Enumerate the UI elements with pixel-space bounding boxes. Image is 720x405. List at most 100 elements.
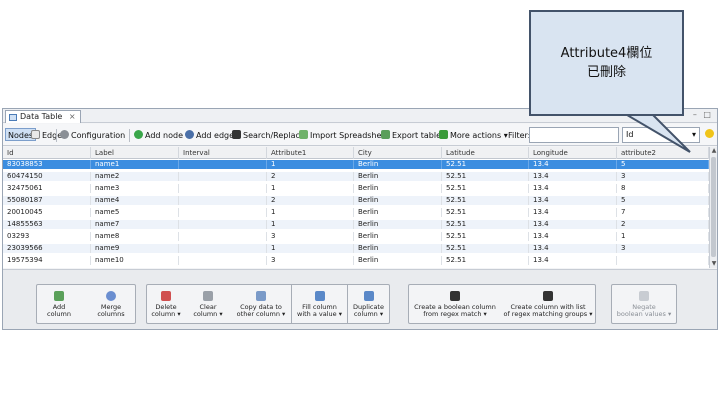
table-cell[interactable]: 13.4 (529, 244, 617, 253)
table-row[interactable]: 55080187 name4 2 Berlin 52.51 13.4 5 (3, 196, 709, 205)
window-controls[interactable]: – □ (693, 110, 713, 119)
table-cell[interactable]: name2 (91, 172, 179, 181)
table-cell[interactable]: 55080187 (3, 196, 91, 205)
table-cell[interactable]: name7 (91, 220, 179, 229)
fill-column-button[interactable]: Fill column with a value ▾ (291, 285, 347, 323)
table-cell[interactable] (179, 172, 267, 181)
table-cell[interactable] (179, 184, 267, 193)
scroll-thumb[interactable] (711, 157, 716, 257)
column-header[interactable]: Id (3, 147, 91, 159)
table-cell[interactable]: name10 (91, 256, 179, 265)
table-cell[interactable] (617, 256, 709, 265)
table-cell[interactable]: name8 (91, 232, 179, 241)
table-cell[interactable]: 52.51 (442, 256, 529, 265)
table-cell[interactable]: 52.51 (442, 244, 529, 253)
vertical-scrollbar[interactable]: ▲ ▼ (709, 147, 717, 268)
table-cell[interactable] (179, 196, 267, 205)
table-cell[interactable]: 52.51 (442, 220, 529, 229)
merge-columns-button[interactable]: Merge columns (87, 285, 135, 323)
table-cell[interactable]: Berlin (354, 196, 442, 205)
import-spreadsheet-button[interactable]: Import Spreadsheet (299, 129, 389, 142)
table-row[interactable]: 20010045 name5 1 Berlin 52.51 13.4 7 (3, 208, 709, 217)
create-boolean-column-button[interactable]: Create a boolean column from regex match… (409, 285, 501, 323)
table-row[interactable]: 60474150 name2 2 Berlin 52.51 13.4 3 (3, 172, 709, 181)
table-cell[interactable]: 19575394 (3, 256, 91, 265)
table-cell[interactable]: Berlin (354, 184, 442, 193)
table-cell[interactable]: Berlin (354, 244, 442, 253)
table-cell[interactable]: 3 (267, 256, 354, 265)
table-cell[interactable]: 3 (617, 244, 709, 253)
table-cell[interactable]: 1 (267, 160, 354, 169)
table-cell[interactable]: name1 (91, 160, 179, 169)
table-cell[interactable]: 52.51 (442, 208, 529, 217)
table-cell[interactable]: 3 (617, 172, 709, 181)
filter-input[interactable] (529, 127, 619, 143)
column-header[interactable]: attribute2 (617, 147, 709, 159)
scroll-up-icon[interactable]: ▲ (710, 147, 718, 155)
table-cell[interactable]: 2 (267, 172, 354, 181)
table-cell[interactable]: 5 (617, 160, 709, 169)
table-cell[interactable]: 20010045 (3, 208, 91, 217)
table-cell[interactable]: 8 (617, 184, 709, 193)
table-cell[interactable]: 13.4 (529, 172, 617, 181)
table-cell[interactable]: 52.51 (442, 172, 529, 181)
table-cell[interactable]: 13.4 (529, 196, 617, 205)
duplicate-column-button[interactable]: Duplicate column ▾ (347, 285, 389, 323)
table-cell[interactable]: 2 (267, 196, 354, 205)
table-cell[interactable]: 5 (617, 196, 709, 205)
add-node-button[interactable]: Add node (134, 129, 183, 142)
table-cell[interactable]: Berlin (354, 220, 442, 229)
table-cell[interactable]: 3 (267, 232, 354, 241)
table-cell[interactable] (179, 220, 267, 229)
table-cell[interactable] (179, 256, 267, 265)
table-cell[interactable]: 1 (267, 208, 354, 217)
table-cell[interactable] (179, 160, 267, 169)
table-row[interactable]: 19575394 name10 3 Berlin 52.51 13.4 (3, 256, 709, 265)
table-cell[interactable]: Berlin (354, 172, 442, 181)
column-header[interactable]: City (354, 147, 442, 159)
table-cell[interactable]: 52.51 (442, 232, 529, 241)
table-row[interactable]: 14855563 name7 1 Berlin 52.51 13.4 2 (3, 220, 709, 229)
table-row[interactable]: 03293 name8 3 Berlin 52.51 13.4 1 (3, 232, 709, 241)
table-cell[interactable]: name5 (91, 208, 179, 217)
scroll-down-icon[interactable]: ▼ (710, 260, 718, 268)
table-cell[interactable]: 14855563 (3, 220, 91, 229)
table-cell[interactable]: 13.4 (529, 184, 617, 193)
table-cell[interactable]: 52.51 (442, 196, 529, 205)
add-column-button[interactable]: Add column (37, 285, 81, 323)
table-cell[interactable]: 23039566 (3, 244, 91, 253)
table-cell[interactable]: 83038853 (3, 160, 91, 169)
table-cell[interactable]: name9 (91, 244, 179, 253)
copy-data-button[interactable]: Copy data to other column ▾ (231, 285, 291, 323)
table-cell[interactable]: 13.4 (529, 220, 617, 229)
configuration-button[interactable]: Configuration (60, 129, 125, 142)
column-header[interactable]: Label (91, 147, 179, 159)
add-edge-button[interactable]: Add edge (185, 129, 234, 142)
table-cell[interactable]: 2 (617, 220, 709, 229)
table-cell[interactable]: 52.51 (442, 160, 529, 169)
table-row[interactable]: 23039566 name9 1 Berlin 52.51 13.4 3 (3, 244, 709, 253)
table-cell[interactable]: 13.4 (529, 256, 617, 265)
export-table-button[interactable]: Export table (381, 129, 441, 142)
table-cell[interactable]: 7 (617, 208, 709, 217)
clear-column-button[interactable]: Clear column ▾ (187, 285, 229, 323)
negate-boolean-button[interactable]: Negate boolean values ▾ (612, 285, 676, 323)
table-cell[interactable]: 52.51 (442, 184, 529, 193)
more-actions-button[interactable]: More actions ▾ (439, 129, 508, 142)
table-cell[interactable]: 03293 (3, 232, 91, 241)
column-header[interactable]: Interval (179, 147, 267, 159)
table-cell[interactable]: 1 (617, 232, 709, 241)
lightbulb-icon[interactable] (705, 128, 716, 141)
search-replace-button[interactable]: Search/Replace (232, 129, 305, 142)
column-select[interactable]: Id ▾ (622, 127, 700, 143)
table-cell[interactable] (179, 244, 267, 253)
table-cell[interactable]: Berlin (354, 256, 442, 265)
table-row[interactable]: 83038853 name1 1 Berlin 52.51 13.4 5 (3, 160, 709, 169)
table-cell[interactable]: Berlin (354, 208, 442, 217)
table-cell[interactable]: 13.4 (529, 232, 617, 241)
table-cell[interactable]: 1 (267, 184, 354, 193)
table-cell[interactable]: Berlin (354, 160, 442, 169)
table-cell[interactable]: 13.4 (529, 160, 617, 169)
table-cell[interactable]: 1 (267, 220, 354, 229)
table-cell[interactable] (179, 232, 267, 241)
